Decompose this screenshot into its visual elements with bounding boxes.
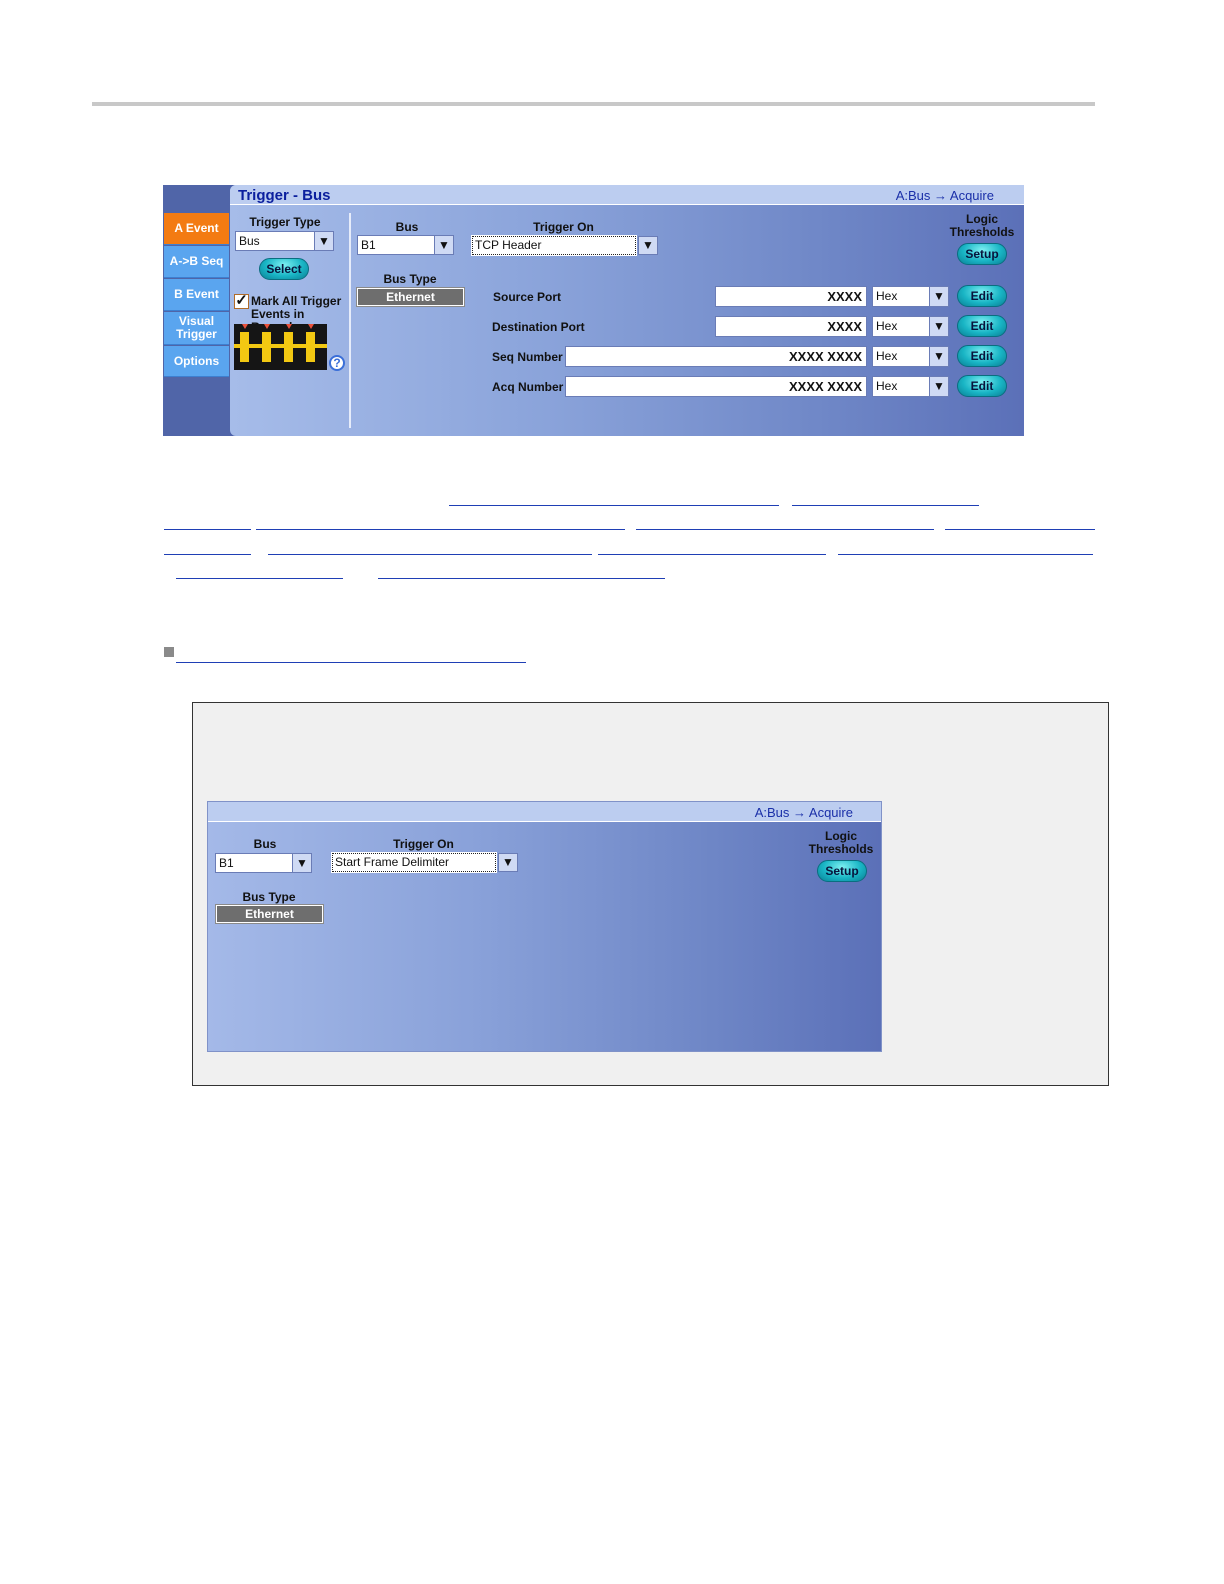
bus-select[interactable]: B1 — [357, 235, 437, 255]
acq-number-format-select[interactable]: Hex — [872, 376, 930, 397]
select-button[interactable]: Select — [259, 258, 309, 280]
bus-label: Bus — [395, 220, 419, 234]
title-bar: Trigger - Bus A:Bus → Acquire — [230, 185, 1024, 205]
sfd-trigger-panel: A:Bus → Acquire Bus B1 ▼ Bus Type Ethern… — [207, 801, 882, 1052]
source-port-format-select[interactable]: Hex — [872, 286, 930, 307]
source-port-field[interactable]: XXXX — [715, 286, 867, 307]
acq-number-format-dropdown-icon[interactable]: ▼ — [929, 376, 949, 397]
seq-number-label: Seq Number — [492, 350, 563, 364]
panel-title: Trigger - Bus — [238, 187, 331, 204]
acquire-breadcrumb[interactable]: A:Bus → Acquire — [755, 805, 853, 820]
bus-select[interactable]: B1 — [215, 853, 295, 873]
trigger-type-label: Trigger Type — [249, 215, 321, 229]
trigger-bus-panel: A Event A->B Seq B Event Visual Trigger … — [163, 185, 1024, 436]
destination-port-edit-button[interactable]: Edit — [957, 315, 1007, 337]
trigger-on-label: Trigger On — [533, 220, 594, 234]
tab-a-b-seq[interactable]: A->B Seq — [164, 246, 229, 278]
bus-type-label: Bus Type — [383, 272, 437, 286]
header-rule — [92, 102, 1095, 106]
trigger-type-dropdown-icon[interactable]: ▼ — [314, 231, 334, 251]
logic-thresholds-label: Logic Thresholds — [808, 829, 874, 856]
destination-port-format-dropdown-icon[interactable]: ▼ — [929, 316, 949, 337]
link-underline[interactable] — [598, 554, 826, 555]
trigger-content: Trigger - Bus A:Bus → Acquire Trigger Ty… — [230, 185, 1024, 436]
column-divider — [349, 213, 351, 428]
bus-dropdown-icon[interactable]: ▼ — [434, 235, 454, 255]
link-underline[interactable] — [838, 554, 1093, 555]
trigger-events-thumbnail-icon — [234, 324, 327, 370]
trigger-on-label: Trigger On — [393, 837, 454, 851]
acq-number-field[interactable]: XXXX XXXX — [565, 376, 867, 397]
source-port-format-dropdown-icon[interactable]: ▼ — [929, 286, 949, 307]
trigger-on-select[interactable]: TCP Header — [471, 235, 637, 256]
link-underline[interactable] — [256, 529, 625, 530]
seq-number-edit-button[interactable]: Edit — [957, 345, 1007, 367]
bus-type-value: Ethernet — [215, 904, 324, 924]
acq-number-edit-button[interactable]: Edit — [957, 375, 1007, 397]
bullet-square — [164, 647, 174, 657]
seq-number-format-select[interactable]: Hex — [872, 346, 930, 367]
link-underline[interactable] — [164, 529, 251, 530]
acq-number-label: Acq Number — [492, 380, 564, 394]
bus-type-label: Bus Type — [242, 890, 296, 904]
tab-a-event[interactable]: A Event — [164, 213, 229, 245]
link-underline[interactable] — [792, 505, 979, 506]
trigger-tabs: A Event A->B Seq B Event Visual Trigger … — [163, 185, 230, 436]
setup-button[interactable]: Setup — [817, 860, 867, 882]
destination-port-format-select[interactable]: Hex — [872, 316, 930, 337]
tab-visual-trigger[interactable]: Visual Trigger — [164, 312, 229, 345]
tab-options[interactable]: Options — [164, 346, 229, 377]
bus-label: Bus — [253, 837, 277, 851]
link-underline[interactable] — [164, 554, 251, 555]
link-underline[interactable] — [268, 554, 592, 555]
acquire-breadcrumb[interactable]: A:Bus → Acquire — [896, 188, 994, 203]
bus-type-value: Ethernet — [356, 287, 465, 307]
logic-thresholds-label: Logic Thresholds — [949, 212, 1015, 239]
source-port-label: Source Port — [493, 290, 562, 304]
seq-number-field[interactable]: XXXX XXXX — [565, 346, 867, 367]
title-bar: A:Bus → Acquire — [208, 802, 881, 822]
help-icon[interactable]: ? — [329, 355, 345, 371]
trigger-on-select[interactable]: Start Frame Delimiter — [331, 852, 497, 873]
seq-number-format-dropdown-icon[interactable]: ▼ — [929, 346, 949, 367]
link-underline[interactable] — [449, 505, 779, 506]
source-port-edit-button[interactable]: Edit — [957, 285, 1007, 307]
mark-all-checkbox[interactable]: ✓ — [234, 293, 249, 309]
trigger-type-select[interactable]: Bus — [235, 231, 315, 251]
trigger-on-dropdown-icon[interactable]: ▼ — [498, 853, 518, 872]
bus-dropdown-icon[interactable]: ▼ — [292, 853, 312, 873]
tab-b-event[interactable]: B Event — [164, 279, 229, 311]
trigger-on-dropdown-icon[interactable]: ▼ — [638, 236, 658, 255]
destination-port-label: Destination Port — [492, 320, 585, 334]
link-underline[interactable] — [176, 578, 343, 579]
link-underline[interactable] — [945, 529, 1095, 530]
destination-port-field[interactable]: XXXX — [715, 316, 867, 337]
setup-button[interactable]: Setup — [957, 243, 1007, 265]
link-underline[interactable] — [176, 662, 526, 663]
link-underline[interactable] — [378, 578, 665, 579]
link-underline[interactable] — [636, 529, 934, 530]
